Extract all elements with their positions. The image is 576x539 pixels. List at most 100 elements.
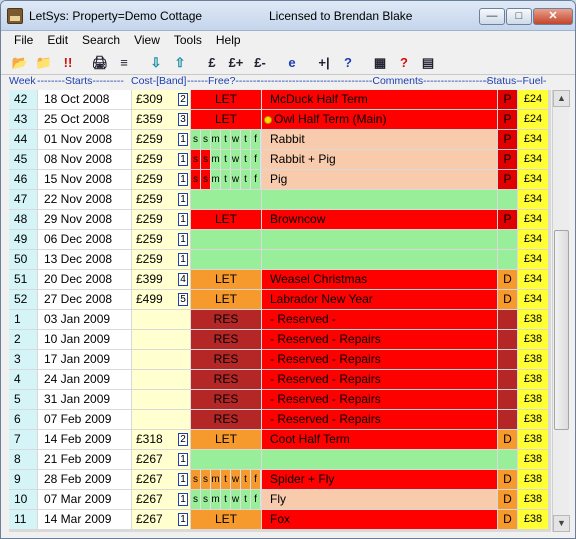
day-cell[interactable]: f — [251, 470, 261, 489]
cost-cell[interactable]: £499 5 — [132, 290, 190, 309]
fuel-cell[interactable]: £34 — [518, 270, 548, 289]
comment-cell[interactable]: Weasel Christmas — [262, 270, 497, 289]
fuel-cell[interactable]: £34 — [518, 230, 548, 249]
cost-cell[interactable]: £259 1 — [132, 130, 190, 149]
free-status-cell[interactable]: ssmtwtf — [191, 170, 261, 189]
cost-cell[interactable]: £267 1 — [132, 510, 190, 529]
day-cell[interactable]: f — [251, 490, 261, 509]
comment-cell[interactable] — [262, 250, 497, 269]
cost-cell[interactable] — [132, 330, 190, 349]
cost-cell[interactable] — [132, 410, 190, 429]
scroll-thumb[interactable] — [554, 230, 569, 430]
cost-cell[interactable] — [132, 390, 190, 409]
menu-tools[interactable]: Tools — [167, 31, 209, 51]
day-cell[interactable]: s — [191, 470, 201, 489]
table-row[interactable]: 3 17 Jan 2009 RES - Reserved - Repairs £38 — [9, 350, 551, 370]
table-row[interactable]: 2 10 Jan 2009 RES - Reserved - Repairs £38 — [9, 330, 551, 350]
cost-cell[interactable]: £318 2 — [132, 430, 190, 449]
day-cell[interactable]: s — [201, 490, 211, 509]
status-cell[interactable]: D — [498, 470, 517, 489]
cost-cell[interactable]: £309 2 — [132, 90, 190, 109]
table-row[interactable]: 4 24 Jan 2009 RES - Reserved - Repairs £38 — [9, 370, 551, 390]
status-cell[interactable]: D — [498, 490, 517, 509]
folder-icon[interactable]: 📁 — [33, 53, 55, 73]
menu-help[interactable]: Help — [209, 31, 248, 51]
free-status-cell[interactable] — [191, 450, 261, 469]
comment-cell[interactable]: McDuck Half Term — [262, 90, 497, 109]
comment-cell[interactable]: Owl Half Term (Main) — [262, 110, 497, 129]
free-status-cell[interactable] — [191, 250, 261, 269]
day-cell[interactable]: t — [241, 470, 251, 489]
comment-cell[interactable]: - Reserved - Repairs — [262, 370, 497, 389]
status-cell[interactable] — [498, 330, 517, 349]
fuel-cell[interactable]: £24 — [518, 110, 548, 129]
comment-cell[interactable]: - Reserved - Repairs — [262, 410, 497, 429]
fuel-cell[interactable]: £34 — [518, 190, 548, 209]
status-cell[interactable]: P — [498, 210, 517, 229]
comment-cell[interactable]: - Reserved - — [262, 310, 497, 329]
comment-cell[interactable]: Spider + Fly — [262, 470, 497, 489]
table-row[interactable]: 42 18 Oct 2008 £309 2 LET McDuck Half Term P £2… — [9, 90, 551, 110]
day-cell[interactable]: f — [251, 170, 261, 189]
day-cell[interactable]: s — [201, 170, 211, 189]
fuel-cell[interactable]: £38 — [518, 390, 548, 409]
day-cell[interactable]: s — [191, 150, 201, 169]
free-status-cell[interactable]: LET — [191, 430, 261, 449]
scroll-down-icon[interactable]: ▼ — [553, 515, 570, 532]
comment-cell[interactable]: Rabbit — [262, 130, 497, 149]
vertical-scrollbar[interactable]: ▲ ▼ — [552, 90, 570, 532]
day-cell[interactable]: t — [241, 150, 251, 169]
status-cell[interactable] — [498, 450, 517, 469]
comment-cell[interactable]: Fly — [262, 490, 497, 509]
fuel-cell[interactable]: £38 — [518, 370, 548, 389]
day-cell[interactable]: w — [231, 150, 241, 169]
fuel-cell[interactable]: £38 — [518, 350, 548, 369]
comment-cell[interactable]: - Reserved - Repairs — [262, 350, 497, 369]
fuel-cell[interactable]: £24 — [518, 90, 548, 109]
table-row[interactable]: 10 07 Mar 2009 £267 1 s s m t w t f Fly D £38 — [9, 490, 551, 510]
table-row[interactable]: 6 07 Feb 2009 RES - Reserved - Repairs £38 — [9, 410, 551, 430]
day-cell[interactable]: m — [211, 150, 221, 169]
cost-cell[interactable] — [132, 310, 190, 329]
table-row[interactable]: 50 13 Dec 2008 £259 1 £34 — [9, 250, 551, 270]
comment-cell[interactable]: Coot Half Term — [262, 430, 497, 449]
table-row[interactable]: 48 29 Nov 2008 £259 1 LET Browncow P £34 — [9, 210, 551, 230]
day-cell[interactable]: m — [211, 170, 221, 189]
comment-cell[interactable]: Labrador New Year — [262, 290, 497, 309]
day-cell[interactable]: s — [201, 130, 211, 149]
status-cell[interactable] — [498, 230, 517, 249]
day-cell[interactable]: w — [231, 470, 241, 489]
help-red-icon[interactable]: ? — [393, 53, 415, 73]
day-cell[interactable]: s — [191, 130, 201, 149]
day-cell[interactable]: f — [251, 130, 261, 149]
status-cell[interactable] — [498, 190, 517, 209]
comment-cell[interactable] — [262, 190, 497, 209]
day-cell[interactable]: w — [231, 490, 241, 509]
notes-icon[interactable]: ▤ — [417, 53, 439, 73]
free-status-cell[interactable]: LET — [191, 270, 261, 289]
cost-cell[interactable]: £259 1 — [132, 210, 190, 229]
fuel-cell[interactable]: £34 — [518, 210, 548, 229]
help-icon[interactable]: ? — [337, 53, 359, 73]
fuel-cell[interactable]: £38 — [518, 410, 548, 429]
day-cell[interactable]: s — [191, 170, 201, 189]
day-cell[interactable]: w — [231, 130, 241, 149]
day-cell[interactable]: t — [221, 470, 231, 489]
status-cell[interactable]: P — [498, 130, 517, 149]
status-cell[interactable] — [498, 370, 517, 389]
fuel-cell[interactable]: £38 — [518, 310, 548, 329]
fuel-cell[interactable]: £38 — [518, 510, 548, 529]
cost-cell[interactable]: £267 1 — [132, 450, 190, 469]
arrow-up-icon[interactable]: ⇧ — [169, 53, 191, 73]
table-row[interactable]: 5 31 Jan 2009 RES - Reserved - Repairs £38 — [9, 390, 551, 410]
status-cell[interactable] — [498, 250, 517, 269]
status-cell[interactable] — [498, 310, 517, 329]
table-row[interactable]: 52 27 Dec 2008 £499 5 LET Labrador New Year D £… — [9, 290, 551, 310]
fuel-cell[interactable]: £38 — [518, 490, 548, 509]
table-row[interactable]: 8 21 Feb 2009 £267 1 £38 — [9, 450, 551, 470]
free-status-cell[interactable]: LET — [191, 210, 261, 229]
day-cell[interactable]: t — [221, 130, 231, 149]
table-row[interactable]: 49 06 Dec 2008 £259 1 £34 — [9, 230, 551, 250]
pound-plus-icon[interactable]: £+ — [225, 53, 247, 73]
day-cell[interactable]: t — [241, 490, 251, 509]
